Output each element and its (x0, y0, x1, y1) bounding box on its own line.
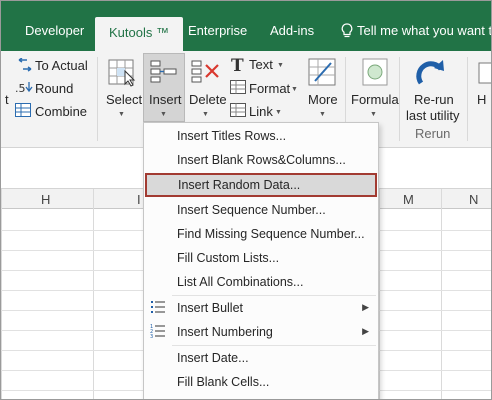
svg-text:T: T (231, 57, 244, 73)
submenu-arrow-icon: ▶ (362, 326, 369, 336)
menu-item-label: Fill Custom Lists... (177, 251, 280, 265)
ribbon-partial-label: t (5, 92, 9, 107)
tab-developer[interactable]: Developer (25, 23, 84, 38)
delete-dropdown-caret-icon: ▼ (202, 111, 209, 118)
formula-button[interactable]: Formula (351, 92, 399, 107)
menu-item-label: Insert Random Data... (178, 178, 301, 192)
to-actual-icon (17, 57, 33, 77)
lightbulb-icon (341, 23, 353, 44)
menu-item-insert-sequence-number[interactable]: Insert Sequence Number... (144, 198, 378, 222)
menu-item-label: Insert Date... (177, 351, 249, 365)
format-dropdown-caret-icon: ▼ (291, 86, 298, 93)
grid-line (379, 189, 380, 399)
menu-item-label: Insert Blank Rows&Columns... (177, 153, 346, 167)
format-button[interactable]: Format (249, 81, 290, 96)
rerun-button-line2: last utility (406, 108, 460, 123)
numbered-list-icon: 123 (150, 323, 166, 344)
rerun-group-label: Rerun (415, 126, 451, 141)
svg-text:.5: .5 (15, 82, 26, 94)
more-dropdown-caret-icon: ▼ (319, 111, 326, 118)
select-button[interactable]: Select (106, 92, 142, 107)
tell-me-search[interactable]: Tell me what you want t (357, 23, 491, 38)
grid-line (1, 189, 2, 399)
grid-line (441, 189, 442, 399)
menu-item-label: Insert Numbering (177, 325, 273, 339)
menu-item-insert-random-data[interactable]: Insert Random Data... (145, 173, 377, 197)
menu-item-label: Fill Blank Cells... (177, 375, 270, 389)
menu-item-insert-blank-rows-columns[interactable]: Insert Blank Rows&Columns... (144, 148, 378, 172)
menu-item-insert-titles-rows[interactable]: Insert Titles Rows... (144, 124, 378, 148)
insert-button-label: Insert (149, 92, 182, 107)
select-dropdown-caret-icon: ▼ (118, 111, 125, 118)
menu-item-insert-date[interactable]: Insert Date... (144, 346, 378, 370)
menu-item-label: List All Combinations... (177, 275, 304, 289)
link-icon (230, 103, 246, 122)
svg-text:3: 3 (150, 334, 153, 339)
menu-item-insert-bullet[interactable]: Insert Bullet ▶ (144, 296, 378, 320)
ribbon-tab-bar: Developer Kutools ™ Enterprise Add-ins T… (1, 1, 491, 51)
to-actual-button[interactable]: To Actual (35, 58, 88, 73)
formula-icon (361, 57, 389, 92)
delete-button[interactable]: Delete (189, 92, 227, 107)
ribbon-separator (467, 57, 468, 141)
combine-icon (15, 103, 31, 122)
insert-dropdown-caret-icon: ▼ (160, 111, 167, 118)
rerun-icon (415, 57, 447, 94)
link-dropdown-caret-icon: ▼ (275, 109, 282, 116)
menu-item-fill-blank-cells[interactable]: Fill Blank Cells... (144, 370, 378, 394)
partial-tool-icon (477, 61, 491, 90)
grid-line (93, 189, 94, 399)
bullet-list-icon (150, 299, 166, 320)
menu-item-insert-numbering[interactable]: 123 Insert Numbering ▶ (144, 320, 378, 344)
column-header-h[interactable]: H (41, 192, 50, 207)
insert-icon (150, 58, 178, 93)
round-icon: .5 (15, 80, 33, 99)
tab-enterprise[interactable]: Enterprise (188, 23, 247, 38)
round-button[interactable]: Round (35, 81, 73, 96)
format-icon (230, 80, 246, 99)
formula-dropdown-caret-icon: ▼ (370, 111, 377, 118)
ribbon-partial-label-right: H (477, 92, 487, 107)
menu-item-label: Find Missing Sequence Number... (177, 227, 365, 241)
menu-item-list-all-combinations[interactable]: List All Combinations... (144, 270, 378, 294)
insert-dropdown-menu: Insert Titles Rows... Insert Blank Rows&… (143, 122, 379, 399)
ribbon-separator (399, 57, 400, 141)
more-button[interactable]: More (308, 92, 338, 107)
menu-item-fill-custom-lists[interactable]: Fill Custom Lists... (144, 246, 378, 270)
submenu-arrow-icon: ▶ (362, 302, 369, 312)
combine-button[interactable]: Combine (35, 104, 87, 119)
tab-kutools[interactable]: Kutools ™ (95, 17, 183, 51)
column-header-n[interactable]: N (469, 192, 478, 207)
column-header-i[interactable]: I (137, 192, 141, 207)
excel-window: Developer Kutools ™ Enterprise Add-ins T… (0, 0, 492, 400)
menu-item-label: Insert Bullet (177, 301, 244, 315)
ribbon-separator (97, 57, 98, 141)
text-icon: T (230, 56, 246, 78)
menu-item-find-missing-sequence-number[interactable]: Find Missing Sequence Number... (144, 222, 378, 246)
select-icon (107, 57, 137, 92)
column-header-m[interactable]: M (403, 192, 414, 207)
text-button[interactable]: Text (249, 57, 273, 72)
delete-icon (191, 59, 221, 92)
menu-item-label: Insert Sequence Number... (177, 203, 326, 217)
menu-item-label: Insert Titles Rows... (177, 129, 287, 143)
tab-add-ins[interactable]: Add-ins (270, 23, 314, 38)
more-icon (307, 57, 337, 92)
link-button[interactable]: Link (249, 104, 273, 119)
text-dropdown-caret-icon: ▼ (277, 62, 284, 69)
rerun-button[interactable]: Re-run (414, 92, 454, 107)
insert-button[interactable]: Insert ▼ (143, 53, 185, 122)
